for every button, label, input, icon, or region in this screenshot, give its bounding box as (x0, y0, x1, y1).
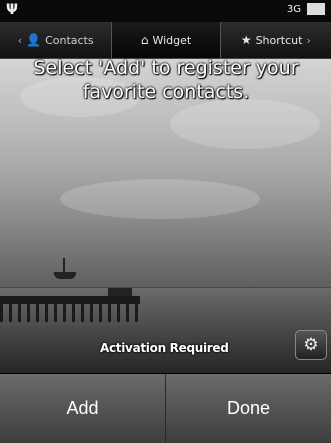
home-icon: ⌂ (140, 33, 149, 47)
tab-widget[interactable]: ⌂ Widget (111, 22, 221, 58)
cloud (60, 179, 260, 219)
antenna-icon: Ψ (6, 2, 18, 18)
status-right: 3G (287, 3, 325, 15)
pier-deck (0, 296, 140, 304)
tab-shortcut[interactable]: ★ Shortcut › (221, 22, 331, 58)
pier (0, 288, 140, 326)
add-button[interactable]: Add (0, 374, 165, 443)
gear-icon[interactable]: ⚙ (295, 330, 327, 360)
tab-contacts[interactable]: ‹ 👤 Contacts (0, 22, 111, 58)
tab-shortcut-label: Shortcut (255, 33, 303, 47)
cloud (170, 99, 320, 149)
chevron-left-icon: ‹ (17, 33, 23, 47)
battery-icon (307, 3, 325, 15)
wallpaper (0, 59, 331, 373)
phone-screen: Ψ 3G ‹ 👤 Contacts ⌂ Widget ★ Shortcut › (0, 0, 331, 443)
done-button[interactable]: Done (165, 374, 331, 443)
status-bar: Ψ 3G (0, 0, 331, 22)
chevron-right-icon: › (306, 33, 311, 47)
tab-widget-label: Widget (152, 33, 192, 47)
empty-state-message: Select 'Add' to register your favorite c… (33, 57, 299, 103)
activation-required-label: Activation Required (100, 341, 229, 355)
person-icon: 👤 (26, 33, 42, 47)
pier-legs (0, 304, 140, 322)
tab-contacts-label: Contacts (45, 33, 94, 47)
star-icon: ★ (240, 33, 252, 47)
boat (54, 258, 76, 279)
network-indicator: 3G (286, 3, 301, 15)
bottom-bar: Add Done (0, 374, 331, 443)
tab-bar: ‹ 👤 Contacts ⌂ Widget ★ Shortcut › (0, 22, 331, 59)
